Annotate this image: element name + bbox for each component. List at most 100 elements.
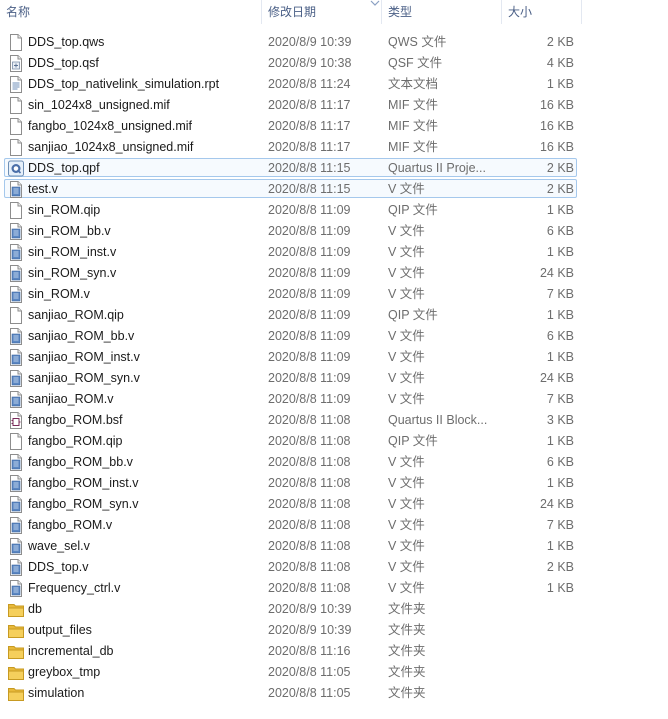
file-type: QIP 文件: [388, 203, 438, 217]
file-row[interactable]: fangbo_ROM.bsf 2020/8/8 11:08 Quartus II B…: [0, 410, 668, 431]
file-name[interactable]: fangbo_ROM_inst.v: [28, 473, 138, 494]
file-row[interactable]: sin_ROM_syn.v 2020/8/8 11:09 V 文件 24 KB: [0, 263, 668, 284]
column-header-date[interactable]: 修改日期: [262, 0, 382, 24]
file-row[interactable]: sin_1024x8_unsigned.mif 2020/8/8 11:17 MIF…: [0, 95, 668, 116]
file-size: 1 KB: [546, 539, 574, 553]
file-name[interactable]: sin_ROM_bb.v: [28, 221, 111, 242]
file-row[interactable]: sanjiao_ROM_bb.v 2020/8/8 11:09 V 文件 6 KB: [0, 326, 668, 347]
file-icon: [8, 307, 24, 324]
file-name[interactable]: fangbo_ROM.qip: [28, 431, 123, 452]
file-name[interactable]: DDS_top_nativelink_simulation.rpt: [28, 74, 219, 95]
file-type: V 文件: [388, 329, 425, 343]
modified-date: 2020/8/8 11:08: [268, 455, 351, 469]
file-row[interactable]: test.v 2020/8/8 11:15 V 文件 2 KB: [0, 179, 668, 200]
file-size: 2 KB: [546, 182, 574, 196]
verilog-file-icon: [8, 265, 24, 282]
column-header-name[interactable]: 名称: [0, 0, 262, 24]
modified-date: 2020/8/8 11:08: [268, 539, 351, 553]
file-row[interactable]: fangbo_ROM.qip 2020/8/8 11:08 QIP 文件 1 KB: [0, 431, 668, 452]
file-name[interactable]: DDS_top.qws: [28, 32, 104, 53]
file-row[interactable]: wave_sel.v 2020/8/8 11:08 V 文件 1 KB: [0, 536, 668, 557]
file-icon: [8, 118, 24, 135]
file-size: 16 KB: [539, 140, 574, 154]
file-row[interactable]: sin_ROM_bb.v 2020/8/8 11:09 V 文件 6 KB: [0, 221, 668, 242]
file-type: QSF 文件: [388, 56, 443, 70]
file-row[interactable]: sin_ROM.v 2020/8/8 11:09 V 文件 7 KB: [0, 284, 668, 305]
file-row[interactable]: sanjiao_1024x8_unsigned.mif 2020/8/8 11:1…: [0, 137, 668, 158]
file-name[interactable]: sanjiao_1024x8_unsigned.mif: [28, 137, 193, 158]
folder-icon: [8, 622, 24, 639]
file-name[interactable]: output_files: [28, 620, 92, 641]
file-row[interactable]: fangbo_ROM_bb.v 2020/8/8 11:08 V 文件 6 KB: [0, 452, 668, 473]
file-name[interactable]: fangbo_1024x8_unsigned.mif: [28, 116, 192, 137]
file-row[interactable]: sanjiao_ROM_inst.v 2020/8/8 11:09 V 文件 1 KB: [0, 347, 668, 368]
column-header-type[interactable]: 类型: [382, 0, 502, 24]
file-size: 2 KB: [546, 560, 574, 574]
file-name[interactable]: sanjiao_ROM.v: [28, 389, 113, 410]
file-name[interactable]: greybox_tmp: [28, 662, 100, 683]
file-type: V 文件: [388, 224, 425, 238]
file-name[interactable]: fangbo_ROM.bsf: [28, 410, 123, 431]
file-type: MIF 文件: [388, 140, 438, 154]
file-row[interactable]: sanjiao_ROM.qip 2020/8/8 11:09 QIP 文件 1 KB: [0, 305, 668, 326]
file-name[interactable]: sanjiao_ROM.qip: [28, 305, 124, 326]
file-row[interactable]: Frequency_ctrl.v 2020/8/8 11:08 V 文件 1 KB: [0, 578, 668, 599]
folder-row[interactable]: incremental_db 2020/8/8 11:16 文件夹: [0, 641, 668, 662]
file-row[interactable]: DDS_top.qws 2020/8/9 10:39 QWS 文件 2 KB: [0, 32, 668, 53]
file-name[interactable]: wave_sel.v: [28, 536, 90, 557]
file-row[interactable]: sin_ROM.qip 2020/8/8 11:09 QIP 文件 1 KB: [0, 200, 668, 221]
file-row[interactable]: fangbo_ROM.v 2020/8/8 11:08 V 文件 7 KB: [0, 515, 668, 536]
file-name[interactable]: sanjiao_ROM_syn.v: [28, 368, 140, 389]
file-type: 文本文档: [388, 77, 439, 91]
file-name[interactable]: test.v: [28, 179, 58, 200]
file-type: 文件夹: [388, 665, 426, 679]
folder-row[interactable]: db 2020/8/9 10:39 文件夹: [0, 599, 668, 620]
verilog-file-icon: [8, 454, 24, 471]
file-name[interactable]: sanjiao_ROM_inst.v: [28, 347, 140, 368]
file-name[interactable]: Frequency_ctrl.v: [28, 578, 120, 599]
file-row[interactable]: DDS_top.qsf 2020/8/9 10:38 QSF 文件 4 KB: [0, 53, 668, 74]
file-name[interactable]: fangbo_ROM.v: [28, 515, 112, 536]
folder-row[interactable]: output_files 2020/8/9 10:39 文件夹: [0, 620, 668, 641]
file-name[interactable]: fangbo_ROM_syn.v: [28, 494, 138, 515]
file-row[interactable]: DDS_top_nativelink_simulation.rpt 2020/8/…: [0, 74, 668, 95]
column-header-size[interactable]: 大小: [502, 0, 582, 24]
file-row[interactable]: fangbo_1024x8_unsigned.mif 2020/8/8 11:17…: [0, 116, 668, 137]
modified-date: 2020/8/8 11:08: [268, 476, 351, 490]
file-type: Quartus II Block...: [388, 413, 488, 427]
file-row[interactable]: sanjiao_ROM_syn.v 2020/8/8 11:09 V 文件 24 KB: [0, 368, 668, 389]
file-type: Quartus II Proje...: [388, 161, 486, 175]
file-type: V 文件: [388, 287, 425, 301]
file-row[interactable]: fangbo_ROM_syn.v 2020/8/8 11:08 V 文件 24 KB: [0, 494, 668, 515]
file-name[interactable]: sin_ROM_inst.v: [28, 242, 116, 263]
folder-row[interactable]: simulation 2020/8/8 11:05 文件夹: [0, 683, 668, 704]
file-icon: [8, 139, 24, 156]
file-name[interactable]: sin_ROM.v: [28, 284, 90, 305]
file-name[interactable]: DDS_top.v: [28, 557, 88, 578]
file-name[interactable]: sin_ROM.qip: [28, 200, 100, 221]
file-name[interactable]: DDS_top.qsf: [28, 53, 99, 74]
file-name[interactable]: DDS_top.qpf: [28, 158, 100, 179]
modified-date: 2020/8/9 10:39: [268, 623, 352, 637]
file-row[interactable]: fangbo_ROM_inst.v 2020/8/8 11:08 V 文件 1 KB: [0, 473, 668, 494]
file-size: 1 KB: [546, 350, 574, 364]
file-name[interactable]: sin_ROM_syn.v: [28, 263, 116, 284]
file-row[interactable]: DDS_top.v 2020/8/8 11:08 V 文件 2 KB: [0, 557, 668, 578]
file-name[interactable]: sin_1024x8_unsigned.mif: [28, 95, 170, 116]
file-name[interactable]: simulation: [28, 683, 84, 704]
file-name[interactable]: sanjiao_ROM_bb.v: [28, 326, 134, 347]
file-row[interactable]: DDS_top.qpf 2020/8/8 11:15 Quartus II Proj…: [0, 158, 668, 179]
modified-date: 2020/8/9 10:39: [268, 602, 352, 616]
file-size: 16 KB: [539, 119, 574, 133]
file-type: V 文件: [388, 518, 425, 532]
verilog-file-icon: [8, 370, 24, 387]
sort-descending-icon: [370, 0, 380, 6]
file-name[interactable]: fangbo_ROM_bb.v: [28, 452, 133, 473]
file-name[interactable]: db: [28, 599, 42, 620]
text-document-icon: [8, 76, 24, 93]
file-row[interactable]: sin_ROM_inst.v 2020/8/8 11:09 V 文件 1 KB: [0, 242, 668, 263]
modified-date: 2020/8/8 11:16: [268, 644, 351, 658]
folder-row[interactable]: greybox_tmp 2020/8/8 11:05 文件夹: [0, 662, 668, 683]
file-name[interactable]: incremental_db: [28, 641, 113, 662]
file-row[interactable]: sanjiao_ROM.v 2020/8/8 11:09 V 文件 7 KB: [0, 389, 668, 410]
